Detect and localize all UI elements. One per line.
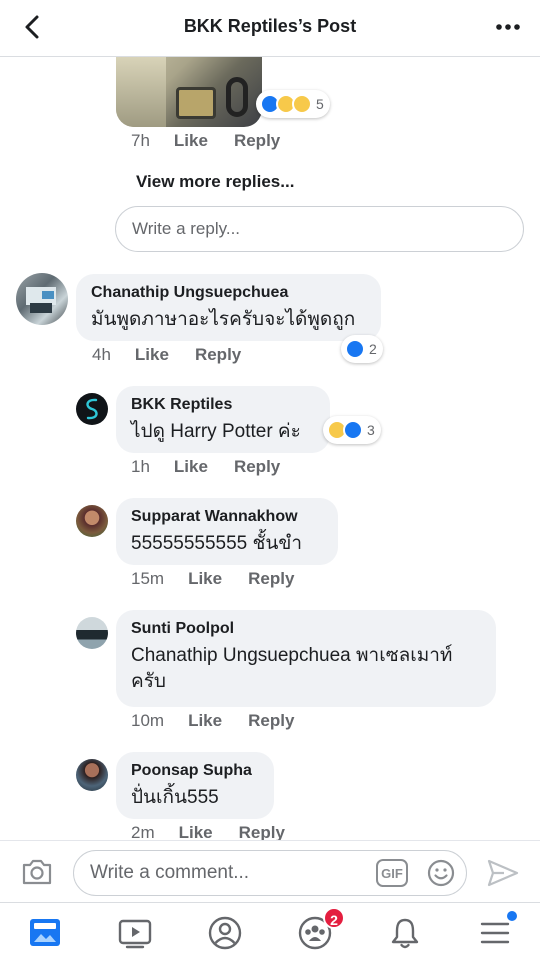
timestamp: 4h — [92, 345, 111, 364]
reply-button[interactable]: Reply — [195, 345, 241, 365]
comment-composer: Write a comment... GIF — [0, 840, 540, 902]
timestamp: 1h — [131, 457, 150, 476]
reply-text: ปั่นเกิ้น555 — [131, 787, 219, 808]
reply-bubble: Supparat Wannakhow 55555555555 ชั้นขำ — [116, 498, 338, 565]
reply-author[interactable]: Supparat Wannakhow — [131, 508, 322, 526]
comment-input-placeholder: Write a comment... — [90, 862, 250, 883]
profile-icon — [208, 916, 242, 950]
photo-detail — [226, 77, 248, 117]
like-reaction-icon — [345, 339, 365, 359]
tab-groups[interactable]: 2 — [297, 907, 345, 951]
reply-text: ไปดู Harry Potter ค่ะ — [131, 421, 301, 442]
more-options-icon[interactable] — [494, 14, 522, 40]
top-bar: BKK Reptiles’s Post — [0, 0, 540, 57]
reply-text: 55555555555 ชั้นขำ — [131, 533, 303, 554]
tab-watch[interactable] — [117, 915, 153, 951]
like-reaction-icon — [343, 420, 363, 440]
reply-bubble: Sunti Poolpol Chanathip Ungsuepchuea พาเ… — [116, 610, 496, 707]
reply-actions: 1h Like Reply — [131, 457, 306, 477]
reply-photo[interactable] — [116, 57, 262, 127]
like-button[interactable]: Like — [174, 457, 208, 477]
reply-input-placeholder: Write a reply... — [132, 219, 241, 238]
reply-bubble: Poonsap Supha ปั่นเกิ้น555 — [116, 752, 274, 819]
reply-actions: 7h Like Reply — [131, 131, 306, 151]
reply-author[interactable]: BKK Reptiles — [131, 396, 314, 414]
profile-photo — [26, 287, 56, 313]
reply-actions: 15m Like Reply — [131, 569, 320, 589]
like-button[interactable]: Like — [135, 345, 169, 365]
bottom-tab-bar: 2 — [0, 902, 540, 960]
reply-bubble: BKK Reptiles ไปดู Harry Potter ค่ะ — [116, 386, 330, 453]
reply-button[interactable]: Reply — [248, 569, 294, 589]
reaction-count: 3 — [367, 422, 375, 438]
reaction-summary[interactable]: 3 — [323, 416, 381, 444]
photo-detail — [176, 87, 216, 119]
comment-bubble: Chanathip Ungsuepchuea มันพูดภาษาอะไรครั… — [76, 274, 381, 341]
reply-text: Chanathip Ungsuepchuea พาเซลเมาท์ครับ — [131, 645, 453, 692]
reply-author[interactable]: Sunti Poolpol — [131, 620, 480, 638]
gif-button[interactable]: GIF — [376, 859, 408, 887]
avatar[interactable] — [76, 505, 108, 537]
reaction-count: 2 — [369, 341, 377, 357]
avatar[interactable] — [76, 617, 108, 649]
like-button[interactable]: Like — [188, 569, 222, 589]
tab-news-feed[interactable] — [27, 915, 63, 951]
send-icon[interactable] — [486, 857, 520, 889]
page-title: BKK Reptiles’s Post — [183, 16, 357, 36]
timestamp: 10m — [131, 711, 165, 730]
comment-text: มันพูดภาษาอะไรครับจะได้พูดถูก — [91, 309, 356, 330]
reply-button[interactable]: Reply — [248, 711, 294, 731]
snake-logo-icon — [86, 398, 98, 420]
bell-icon — [391, 918, 419, 949]
menu-notification-dot — [507, 911, 517, 921]
like-button[interactable]: Like — [179, 823, 213, 840]
avatar[interactable] — [16, 273, 68, 325]
view-more-replies-link[interactable]: View more replies... — [136, 172, 294, 192]
timestamp: 15m — [131, 569, 165, 588]
reply-author[interactable]: Poonsap Supha — [131, 762, 258, 780]
timestamp: 2m — [131, 823, 155, 840]
reaction-count: 5 — [316, 96, 324, 112]
hamburger-menu-icon — [480, 922, 510, 944]
reaction-summary[interactable]: 5 — [256, 90, 330, 118]
avatar[interactable] — [76, 393, 108, 425]
camera-icon[interactable] — [20, 857, 54, 887]
reaction-summary[interactable]: 2 — [341, 335, 383, 363]
notification-badge: 2 — [323, 907, 345, 929]
comment-actions: 4h Like Reply — [92, 345, 267, 365]
comments-feed[interactable]: 5 7h Like Reply View more replies... Wri… — [0, 57, 540, 840]
reply-button[interactable]: Reply — [234, 131, 280, 151]
tab-notifications[interactable] — [387, 915, 423, 951]
photo-detail — [116, 57, 166, 127]
news-feed-icon — [30, 919, 60, 946]
emoji-icon[interactable] — [426, 858, 456, 888]
video-play-icon — [118, 919, 152, 949]
like-button[interactable]: Like — [188, 711, 222, 731]
reply-actions: 10m Like Reply — [131, 711, 320, 731]
tab-profile[interactable] — [207, 915, 243, 951]
reply-actions: 2m Like Reply — [131, 823, 311, 840]
timestamp: 7h — [131, 131, 150, 150]
like-button[interactable]: Like — [174, 131, 208, 151]
reply-button[interactable]: Reply — [234, 457, 280, 477]
reply-input[interactable]: Write a reply... — [115, 206, 524, 252]
reply-button[interactable]: Reply — [239, 823, 285, 840]
comment-input[interactable]: Write a comment... GIF — [73, 850, 467, 896]
avatar[interactable] — [76, 759, 108, 791]
comment-author[interactable]: Chanathip Ungsuepchuea — [91, 284, 365, 302]
wow-reaction-icon — [292, 94, 312, 114]
tab-menu[interactable] — [477, 911, 517, 951]
